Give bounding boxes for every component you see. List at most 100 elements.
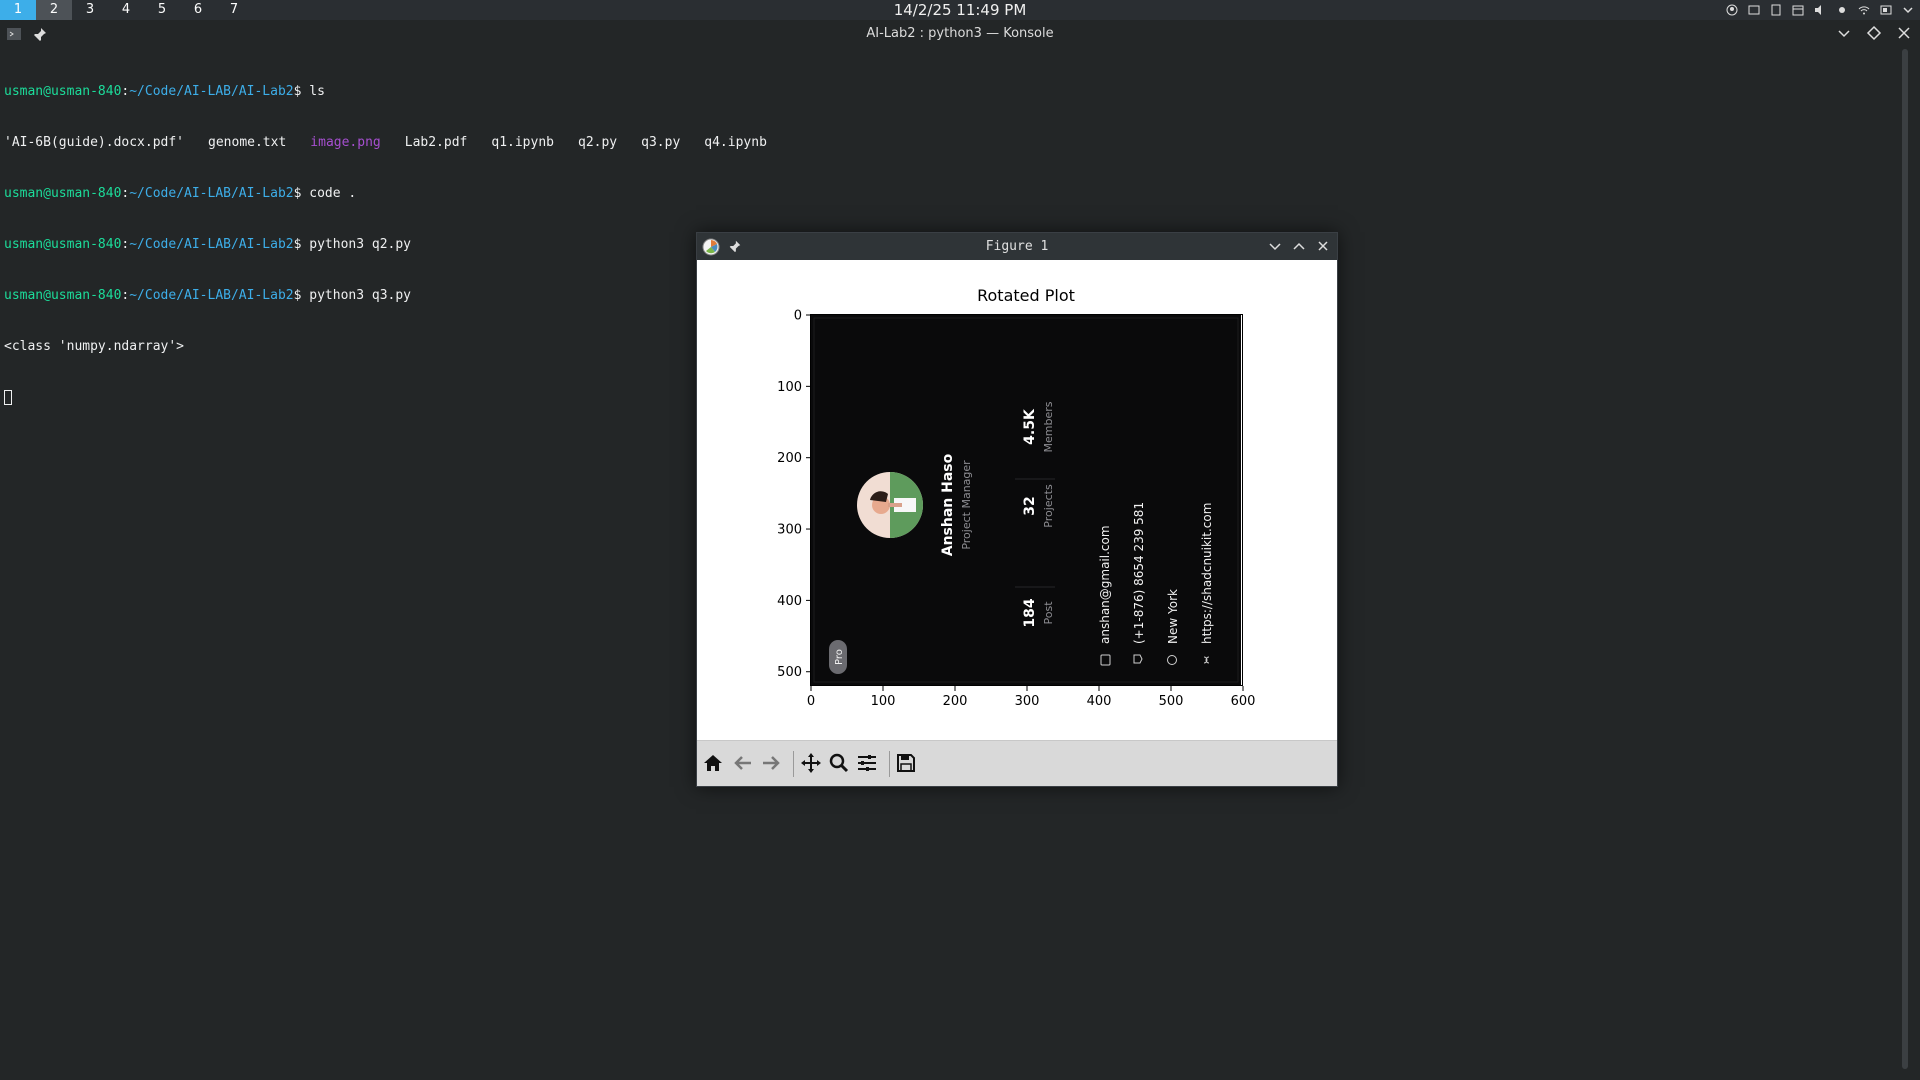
prompt-path: ~/Code/AI-LAB/AI-Lab2 xyxy=(129,186,294,201)
terminal-line: usman@usman-840:~/Code/AI-LAB/AI-Lab2$ c… xyxy=(4,186,357,201)
stat-post-value: 184 xyxy=(1022,598,1038,627)
workspace-6[interactable]: 6 xyxy=(180,0,216,20)
volume-icon[interactable] xyxy=(1814,4,1826,16)
y-tick-label: 200 xyxy=(777,451,802,466)
maximize-icon[interactable] xyxy=(1291,238,1307,254)
workspace-1[interactable]: 1 xyxy=(0,0,36,20)
ls-entry: genome.txt xyxy=(208,135,287,150)
maximize-icon[interactable] xyxy=(1866,25,1882,41)
forward-icon xyxy=(763,756,780,770)
navigation-toolbar xyxy=(697,740,1337,786)
workspace-2[interactable]: 2 xyxy=(36,0,72,20)
figure-titlebar[interactable]: Figure 1 xyxy=(697,233,1337,260)
stat-members-value: 4.5K xyxy=(1022,408,1038,445)
workspace-5[interactable]: 5 xyxy=(144,0,180,20)
stat-projects-label: Projects xyxy=(1042,484,1055,528)
clipboard-icon[interactable] xyxy=(1770,4,1782,16)
configure-icon xyxy=(858,755,876,771)
zoom-icon xyxy=(829,753,849,773)
workspace-7[interactable]: 7 xyxy=(216,0,252,20)
clock: 14/2/25 11:49 PM xyxy=(893,1,1027,19)
notes-icon[interactable] xyxy=(1748,4,1760,16)
command: ls xyxy=(309,84,325,99)
konsole-titlebar: AI-Lab2 : python3 — Konsole xyxy=(0,22,1920,46)
x-tick-label: 100 xyxy=(871,694,896,709)
stat-post-label: Post xyxy=(1042,601,1055,625)
window-title: AI-Lab2 : python3 — Konsole xyxy=(866,26,1054,41)
calendar-icon[interactable] xyxy=(1792,4,1804,16)
save-icon xyxy=(897,754,915,772)
brightness-icon[interactable] xyxy=(1836,4,1848,16)
ls-entry: q3.py xyxy=(641,135,681,150)
minimize-icon[interactable] xyxy=(1267,238,1283,254)
command: python3 q2.py xyxy=(309,237,412,252)
system-tray xyxy=(1726,0,1914,20)
minimize-icon[interactable] xyxy=(1836,25,1852,41)
text-cursor xyxy=(4,390,12,405)
x-tick-label: 300 xyxy=(1015,694,1040,709)
plot-title: Rotated Plot xyxy=(977,286,1075,305)
ls-entry: 'AI-6B(guide).docx.pdf' xyxy=(4,135,185,150)
workspace-4[interactable]: 4 xyxy=(108,0,144,20)
output-text: <class 'numpy.ndarray'> xyxy=(4,339,185,354)
ls-entry: image.png xyxy=(310,135,381,150)
prompt-path: ~/Code/AI-LAB/AI-Lab2 xyxy=(129,84,294,99)
pro-badge-label: Pro xyxy=(834,649,845,665)
terminal-scrollbar[interactable] xyxy=(1902,49,1908,1069)
contact-email: anshan@gmail.com xyxy=(1098,525,1112,644)
y-tick-label: 300 xyxy=(777,523,802,538)
ls-entry: q1.ipynb xyxy=(491,135,554,150)
stat-projects-value: 32 xyxy=(1022,496,1038,515)
home-icon xyxy=(704,755,722,771)
scrollbar-thumb[interactable] xyxy=(1902,49,1908,1069)
chevron-down-icon[interactable] xyxy=(1902,4,1914,16)
home-button[interactable] xyxy=(701,751,725,775)
y-tick-label: 500 xyxy=(777,665,802,680)
toolbar-separator xyxy=(889,751,890,777)
contact-url: https://shadcnuikit.com xyxy=(1200,503,1214,644)
prompt-user: usman@usman-840 xyxy=(4,186,122,201)
configure-button[interactable] xyxy=(855,751,879,775)
y-tick-label: 400 xyxy=(777,594,802,609)
prompt-user: usman@usman-840 xyxy=(4,84,122,99)
x-tick-label: 400 xyxy=(1087,694,1112,709)
top-panel: 1 2 3 4 5 6 7 14/2/25 11:49 PM xyxy=(0,0,1920,20)
prompt-user: usman@usman-840 xyxy=(4,237,122,252)
pan-button[interactable] xyxy=(799,751,823,775)
workspace-switcher: 1 2 3 4 5 6 7 xyxy=(0,0,252,20)
prompt-path: ~/Code/AI-LAB/AI-Lab2 xyxy=(129,288,294,303)
back-button[interactable] xyxy=(731,751,755,775)
x-tick-label: 200 xyxy=(943,694,968,709)
contact-city: New York xyxy=(1166,589,1180,644)
stat-members-label: Members xyxy=(1042,401,1055,452)
card-role: Project Manager xyxy=(960,460,973,550)
plot-image: Anshan Haso Project Manager 4.5K Members… xyxy=(811,315,1241,685)
pan-icon xyxy=(801,753,821,773)
terminal-line: usman@usman-840:~/Code/AI-LAB/AI-Lab2$ l… xyxy=(4,84,325,99)
forward-button[interactable] xyxy=(759,751,783,775)
contact-phone: (+1-876) 8654 239 581 xyxy=(1132,502,1146,644)
figure-window[interactable]: Figure 1 Rotated Plot Anshan Haso Projec… xyxy=(696,232,1338,787)
x-tick-label: 600 xyxy=(1231,694,1256,709)
workspace-3[interactable]: 3 xyxy=(72,0,108,20)
x-tick-label: 0 xyxy=(807,694,815,709)
close-icon[interactable] xyxy=(1315,238,1331,254)
plot-svg: Rotated Plot Anshan Haso Project Manager… xyxy=(777,286,1256,709)
close-icon[interactable] xyxy=(1896,25,1912,41)
card-name: Anshan Haso xyxy=(940,453,956,556)
zoom-button[interactable] xyxy=(827,751,851,775)
wifi-icon[interactable] xyxy=(1858,4,1870,16)
figure-title: Figure 1 xyxy=(985,239,1049,254)
terminal-line: 'AI-6B(guide).docx.pdf' genome.txt image.p… xyxy=(4,134,1894,151)
prompt-path: ~/Code/AI-LAB/AI-Lab2 xyxy=(129,237,294,252)
save-button[interactable] xyxy=(894,751,918,775)
toolbar-separator xyxy=(793,751,794,777)
command: python3 q3.py xyxy=(309,288,412,303)
avatar xyxy=(857,472,923,538)
user-icon[interactable] xyxy=(1726,4,1738,16)
x-tick-label: 500 xyxy=(1159,694,1184,709)
back-icon xyxy=(734,756,751,770)
battery-icon[interactable] xyxy=(1880,4,1892,16)
command: code . xyxy=(309,186,357,201)
plot-canvas[interactable]: Rotated Plot Anshan Haso Project Manager… xyxy=(697,260,1337,740)
